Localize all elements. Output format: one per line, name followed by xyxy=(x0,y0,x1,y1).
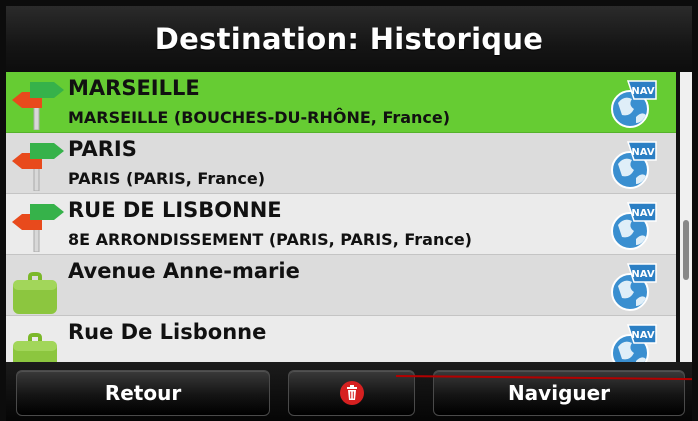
history-item[interactable]: Rue De Lisbonne NAV xyxy=(6,316,676,362)
history-item-name: MARSEILLE xyxy=(68,76,200,100)
history-item-name: Rue De Lisbonne xyxy=(68,320,267,344)
scroll-thumb[interactable] xyxy=(683,220,689,280)
history-item-name: RUE DE LISBONNE xyxy=(68,198,282,222)
history-item[interactable]: PARIS PARIS (PARIS, France) NAV xyxy=(6,133,676,194)
nav-globe-icon[interactable]: NAV xyxy=(610,321,658,362)
svg-text:NAV: NAV xyxy=(631,147,654,158)
svg-text:NAV: NAV xyxy=(631,330,654,341)
svg-text:NAV: NAV xyxy=(631,208,654,219)
scrollbar[interactable] xyxy=(680,72,692,362)
history-list: MARSEILLE MARSEILLE (BOUCHES-DU-RHÔNE, F… xyxy=(6,72,692,362)
navigate-button-label: Naviguer xyxy=(507,381,611,405)
history-item-detail: MARSEILLE (BOUCHES-DU-RHÔNE, France) xyxy=(68,108,451,127)
history-item-name: PARIS xyxy=(68,137,137,161)
suitcase-icon xyxy=(13,272,57,314)
back-button[interactable]: Retour xyxy=(16,370,270,416)
app-frame: Destination: Historique MARSEILLE MARSEI… xyxy=(6,6,692,421)
nav-globe-icon[interactable]: NAV xyxy=(610,260,658,312)
bottom-toolbar: Retour Naviguer xyxy=(6,362,692,421)
svg-text:NAV: NAV xyxy=(631,269,654,280)
title-bar: Destination: Historique xyxy=(6,6,692,72)
history-item[interactable]: Avenue Anne-marie NAV xyxy=(6,255,676,316)
nav-globe-icon[interactable]: NAV xyxy=(610,77,658,129)
history-item-detail: PARIS (PARIS, France) xyxy=(68,169,266,188)
signpost-icon xyxy=(12,204,64,252)
trash-icon xyxy=(339,381,364,405)
history-item-name: Avenue Anne-marie xyxy=(68,259,300,283)
signpost-icon xyxy=(12,143,64,191)
svg-text:NAV: NAV xyxy=(631,86,654,97)
history-item-detail: 8E ARRONDISSEMENT (PARIS, PARIS, France) xyxy=(68,230,472,249)
history-item[interactable]: RUE DE LISBONNE 8E ARRONDISSEMENT (PARIS… xyxy=(6,194,676,255)
nav-globe-icon[interactable]: NAV xyxy=(610,138,658,190)
signpost-icon xyxy=(12,82,64,130)
history-item[interactable]: MARSEILLE MARSEILLE (BOUCHES-DU-RHÔNE, F… xyxy=(6,72,676,133)
suitcase-icon xyxy=(13,333,57,362)
nav-globe-icon[interactable]: NAV xyxy=(610,199,658,251)
page-title: Destination: Historique xyxy=(154,22,544,56)
back-button-label: Retour xyxy=(104,381,182,405)
